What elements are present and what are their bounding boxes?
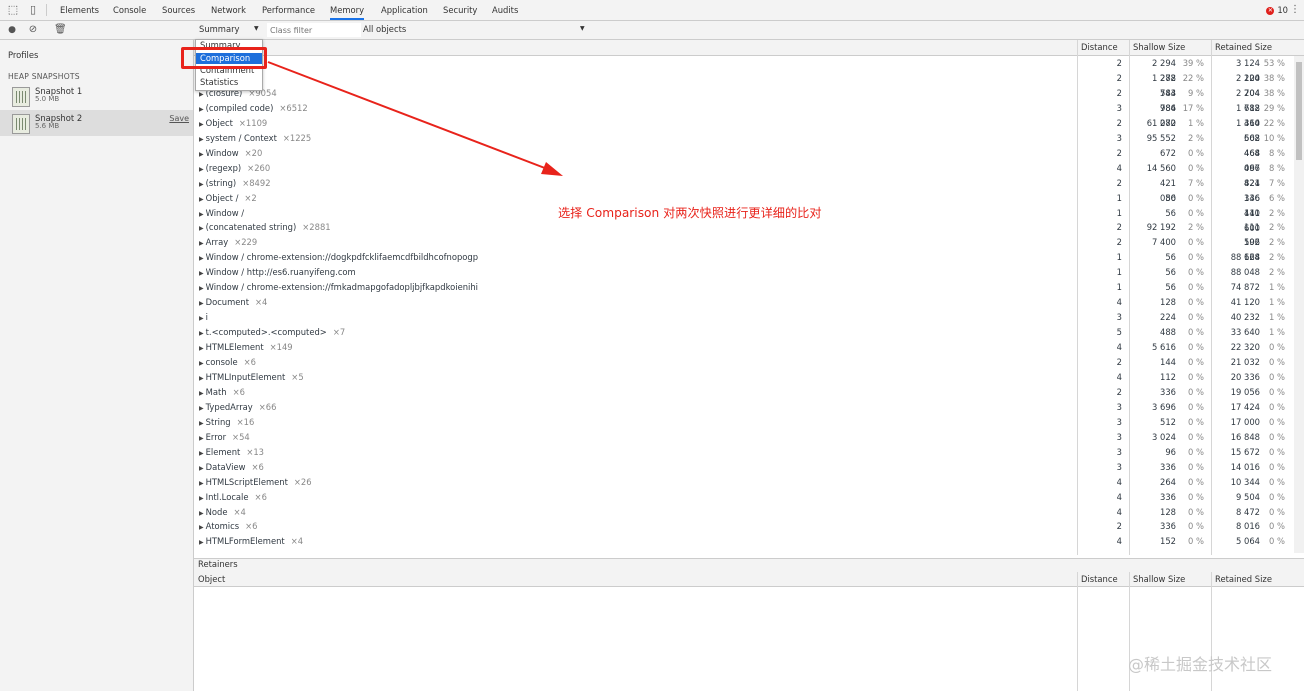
annotation-arrow bbox=[267, 61, 563, 176]
retainers-column-distance[interactable]: Distance bbox=[1081, 574, 1118, 584]
annotation-text: 选择 Comparison 对两次快照进行更详细的比对 bbox=[558, 206, 822, 220]
retainers-column-retained[interactable]: Retained Size bbox=[1215, 574, 1272, 584]
retainers-column-shallow[interactable]: Shallow Size bbox=[1133, 574, 1185, 584]
retainers-bar bbox=[194, 558, 1304, 573]
retainers-title: Retainers bbox=[198, 559, 238, 569]
watermark: @稀土掘金技术社区 bbox=[1128, 655, 1273, 674]
retainers-column-object[interactable]: Object bbox=[198, 574, 225, 584]
